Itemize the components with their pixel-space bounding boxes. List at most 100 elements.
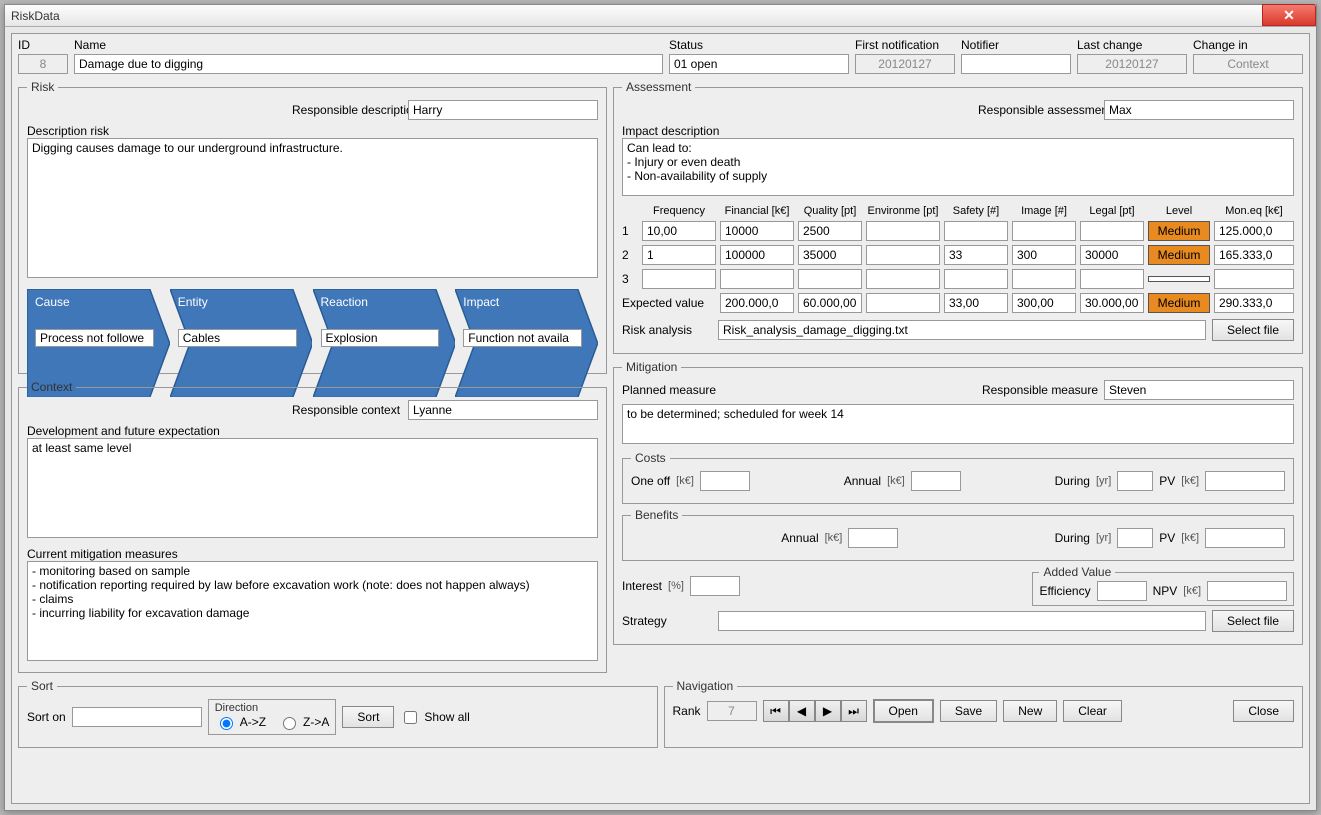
r1-fin[interactable] [720, 221, 794, 241]
r2-leg[interactable] [1080, 245, 1144, 265]
r3-mon[interactable] [1214, 269, 1294, 289]
exp-label: Expected value [622, 296, 716, 310]
r1-saf[interactable] [944, 221, 1008, 241]
close-button[interactable]: Close [1233, 700, 1294, 722]
r2-env[interactable] [866, 245, 940, 265]
close-icon[interactable]: ✕ [1262, 4, 1316, 26]
plan-field[interactable]: to be determined; scheduled for week 14 [622, 404, 1294, 444]
r3-lvl [1148, 276, 1210, 282]
sort-button[interactable]: Sort [342, 706, 394, 728]
risk-resp-field[interactable] [408, 100, 598, 120]
risk-desc-field[interactable]: Digging causes damage to our underground… [27, 138, 598, 278]
exp-fin[interactable] [720, 293, 794, 313]
id-field [18, 54, 68, 74]
ra-field[interactable] [718, 320, 1206, 340]
r1-env[interactable] [866, 221, 940, 241]
nav-first-button[interactable]: ⏮ [763, 700, 789, 722]
mit-resp-field[interactable] [1104, 380, 1294, 400]
ben-during[interactable] [1117, 528, 1153, 548]
r2-fin[interactable] [720, 245, 794, 265]
hdr-fin: Financial [k€] [720, 205, 794, 217]
row-n: 2 [622, 248, 638, 262]
exp-env[interactable] [866, 293, 940, 313]
cost-annual[interactable] [911, 471, 961, 491]
name-field[interactable] [74, 54, 663, 74]
ben-pv[interactable] [1205, 528, 1285, 548]
addedvalue-legend: Added Value [1039, 565, 1115, 579]
hdr-env: Environme [pt] [866, 205, 940, 217]
context-group: Context Responsible context Development … [18, 380, 607, 673]
risk-resp-label: Responsible description [292, 103, 402, 117]
save-button[interactable]: Save [940, 700, 997, 722]
cost-pv[interactable] [1205, 471, 1285, 491]
r3-freq[interactable] [642, 269, 716, 289]
new-button[interactable]: New [1003, 700, 1057, 722]
assess-impact-field[interactable]: Can lead to: - Injury or even death - No… [622, 138, 1294, 196]
r2-img[interactable] [1012, 245, 1076, 265]
notifier-field[interactable] [961, 54, 1071, 74]
r3-img[interactable] [1012, 269, 1076, 289]
nav-next-button[interactable]: ▶ [815, 700, 841, 722]
r3-leg[interactable] [1080, 269, 1144, 289]
exp-lvl: Medium [1148, 293, 1210, 313]
strategy-selectfile-button[interactable]: Select file [1212, 610, 1294, 632]
clear-button[interactable]: Clear [1063, 700, 1122, 722]
assess-resp-field[interactable] [1104, 100, 1294, 120]
r3-env[interactable] [866, 269, 940, 289]
eff-field[interactable] [1097, 581, 1147, 601]
assess-resp-label: Responsible assessment [978, 103, 1098, 117]
chev-cause-field[interactable] [35, 329, 154, 347]
titlebar: RiskData ✕ [5, 5, 1316, 27]
r1-freq[interactable] [642, 221, 716, 241]
r2-freq[interactable] [642, 245, 716, 265]
radio-za[interactable]: Z->A [278, 714, 329, 730]
r2-qual[interactable] [798, 245, 862, 265]
r3-fin[interactable] [720, 269, 794, 289]
context-mit-field[interactable]: - monitoring based on sample - notificat… [27, 561, 598, 661]
r3-qual[interactable] [798, 269, 862, 289]
strategy-field[interactable] [718, 611, 1206, 631]
mitigation-legend: Mitigation [622, 360, 681, 374]
r2-saf[interactable] [944, 245, 1008, 265]
r1-qual[interactable] [798, 221, 862, 241]
r1-mon[interactable] [1214, 221, 1294, 241]
changein-field [1193, 54, 1303, 74]
ke-unit: [k€] [1183, 585, 1201, 597]
exp-img[interactable] [1012, 293, 1076, 313]
exp-mon[interactable] [1214, 293, 1294, 313]
ra-label: Risk analysis [622, 323, 712, 337]
interest-field[interactable] [690, 576, 740, 596]
chev-impact-field[interactable] [463, 329, 582, 347]
showall-checkbox[interactable]: Show all [400, 708, 469, 727]
npv-field[interactable] [1207, 581, 1287, 601]
nav-last-button[interactable]: ⏭ [841, 700, 867, 722]
nav-legend: Navigation [673, 679, 738, 693]
context-resp-field[interactable] [408, 400, 598, 420]
chev-reaction-field[interactable] [321, 329, 440, 347]
r1-leg[interactable] [1080, 221, 1144, 241]
cost-during[interactable] [1117, 471, 1153, 491]
chev-cause: Cause [27, 289, 170, 365]
r1-img[interactable] [1012, 221, 1076, 241]
radio-az[interactable]: A->Z [215, 714, 266, 730]
client-area: ID Name Status First notification Notifi… [11, 33, 1310, 804]
exp-qual[interactable] [798, 293, 862, 313]
sort-group: Sort Sort on Direction A->Z Z->A Sort Sh… [18, 679, 658, 748]
chev-entity-field[interactable] [178, 329, 297, 347]
pct-unit: [%] [668, 580, 684, 592]
cost-oneoff[interactable] [700, 471, 750, 491]
exp-saf[interactable] [944, 293, 1008, 313]
status-field[interactable] [669, 54, 849, 74]
sorton-field[interactable] [72, 707, 202, 727]
open-button[interactable]: Open [873, 699, 934, 723]
window-title: RiskData [11, 9, 60, 23]
ben-annual[interactable] [848, 528, 898, 548]
r2-mon[interactable] [1214, 245, 1294, 265]
r3-saf[interactable] [944, 269, 1008, 289]
prev-icon: ◀ [797, 704, 806, 718]
ra-selectfile-button[interactable]: Select file [1212, 319, 1294, 341]
nav-prev-button[interactable]: ◀ [789, 700, 815, 722]
row-n: 3 [622, 272, 638, 286]
exp-leg[interactable] [1080, 293, 1144, 313]
context-dev-field[interactable]: at least same level [27, 438, 598, 538]
